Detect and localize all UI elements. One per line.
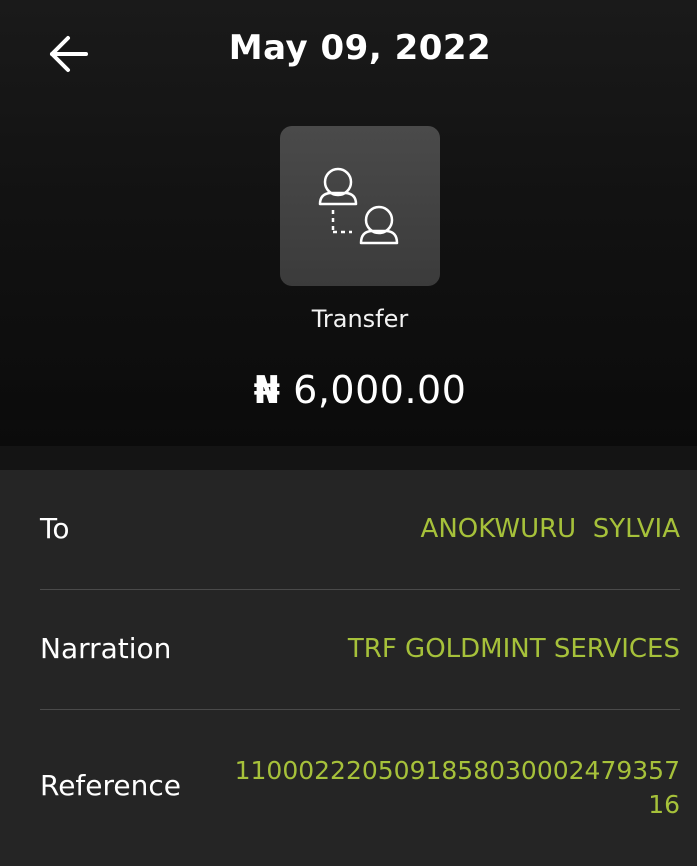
transaction-type-label: Transfer xyxy=(311,305,409,333)
detail-value: TRF GOLDMINT SERVICES xyxy=(347,634,680,664)
transaction-detail-screen: May 09, 2022 Transfer ₦ 6,000.00 To ANOK… xyxy=(0,0,697,866)
transaction-header: May 09, 2022 Transfer ₦ 6,000.00 xyxy=(0,0,697,446)
transaction-amount: ₦ 6,000.00 xyxy=(0,368,697,412)
row-divider xyxy=(40,589,680,590)
amount-value: 6,000.00 xyxy=(293,368,467,412)
page-title: May 09, 2022 xyxy=(228,28,492,68)
detail-value: 110002220509185803000247935716 xyxy=(234,756,680,819)
detail-label: To xyxy=(40,512,70,545)
transaction-details-card: To ANOKWURU SYLVIA Narration TRF GOLDMIN… xyxy=(0,470,697,866)
detail-label: Narration xyxy=(40,632,172,665)
transaction-type-tile xyxy=(280,126,440,286)
row-divider xyxy=(40,709,680,710)
currency-symbol: ₦ xyxy=(253,368,281,412)
user-transfer-icon xyxy=(318,167,399,245)
detail-label: Reference xyxy=(40,769,181,802)
section-separator xyxy=(0,446,697,470)
detail-value: ANOKWURU SYLVIA xyxy=(420,514,680,544)
